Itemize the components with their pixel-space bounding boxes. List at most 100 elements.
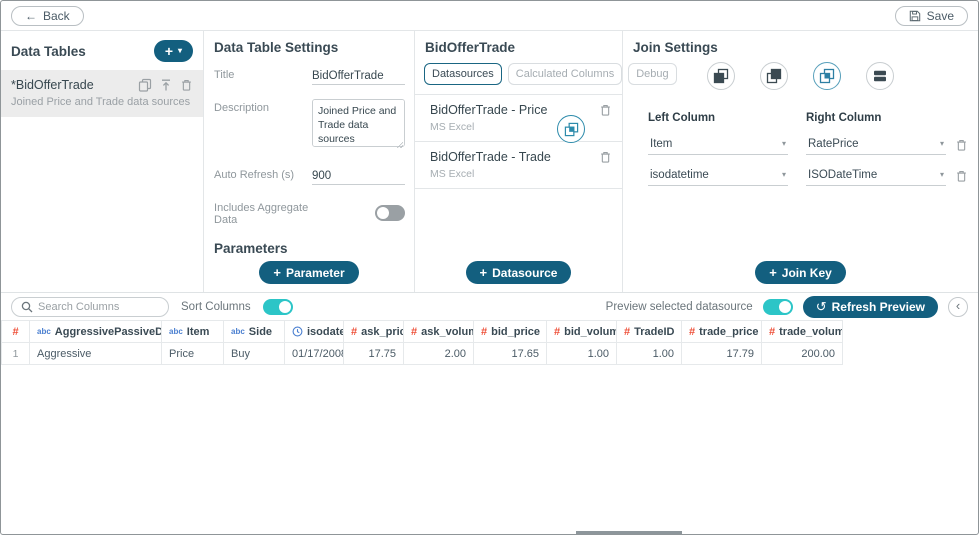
bottom-scrollbar-fragment[interactable] [576,531,682,534]
union-icon [872,68,888,84]
delete-datasource-button[interactable] [599,150,612,164]
trash-icon [599,103,612,117]
back-button-label: Back [43,8,70,23]
column-header[interactable]: # bid_price [473,320,547,343]
right-column-select[interactable]: ISODateTime ▾ [806,166,946,186]
sort-columns-label: Sort Columns [181,300,251,313]
chevron-left-icon: ‹ [955,298,961,313]
tab-calculated-columns[interactable]: Calculated Columns [507,63,623,85]
join-indicator-button[interactable] [557,115,585,143]
add-datasource-button[interactable]: + Datasource [465,261,572,284]
right-column-value: ISODateTime [808,169,878,181]
datasource-list-item[interactable]: BidOfferTrade - Price MS Excel [415,95,622,142]
toggle-knob [377,206,389,219]
numeric-type-icon: # [624,325,631,338]
search-columns-box[interactable] [11,296,169,317]
left-column-header: Left Column [648,112,716,124]
description-field-label: Description [214,102,270,114]
column-header[interactable]: #ask_volume [403,320,474,343]
tab-datasources[interactable]: Datasources [424,63,502,85]
delete-table-button[interactable] [180,78,193,92]
trash-icon [599,150,612,164]
column-header[interactable]: #trade_volume [761,320,843,343]
table-cell: Price [161,342,224,365]
delete-join-key-button[interactable] [955,138,971,152]
column-header[interactable]: # TradeID [616,320,682,343]
duplicate-table-button[interactable] [138,78,152,92]
add-data-table-button[interactable]: + ▾ [153,40,194,62]
column-header-rownum[interactable]: # [1,320,30,343]
left-column-select[interactable]: isodatetime ▾ [648,166,788,186]
column-header[interactable]: isodatetime [284,320,344,343]
back-button[interactable]: ← Back [11,5,84,26]
preview-datasource-toggle[interactable] [762,298,793,315]
table-cell: 17.75 [343,342,404,365]
add-datasource-label: Datasource [492,265,558,280]
delete-join-key-button[interactable] [955,169,971,183]
save-button-label: Save [926,8,954,23]
search-columns-input[interactable] [38,300,159,313]
numeric-type-icon: # [411,325,418,338]
save-icon [909,10,921,22]
table-cell: 2.00 [403,342,474,365]
join-settings-title: Join Settings [633,40,718,55]
toggle-knob [278,300,291,313]
plus-icon: + [164,43,173,59]
join-settings-panel: Join Settings Left Column Right Column I… [623,31,978,292]
numeric-type-icon: # [554,325,561,338]
column-header[interactable]: #bid_volume [546,320,617,343]
right-column-select[interactable]: RatePrice ▾ [806,135,946,155]
column-header[interactable]: abcAggressivePassiveDark [29,320,162,343]
caret-down-icon: ▾ [781,139,786,148]
parameters-section-title: Parameters [214,241,288,256]
data-tables-panel: Data Tables + ▾ *BidOfferTrade Joined Pr… [1,31,205,292]
export-table-button[interactable] [159,78,173,92]
column-header[interactable]: abc Side [223,320,285,343]
description-field[interactable]: Joined Price and Trade data sources [312,99,405,147]
left-column-select[interactable]: Item ▾ [648,135,788,155]
save-button[interactable]: Save [894,5,968,26]
add-join-key-label: Join Key [781,265,832,280]
data-table-name: *BidOfferTrade [11,78,94,92]
right-join-button[interactable] [760,62,788,90]
delete-datasource-button[interactable] [599,103,612,117]
datasource-list-item[interactable]: BidOfferTrade - Trade MS Excel [415,142,622,189]
add-parameter-label: Parameter [285,265,345,280]
column-header[interactable]: # trade_price [681,320,762,343]
text-type-icon: abc [37,327,51,336]
datasources-panel: BidOfferTrade Datasources Calculated Col… [415,31,677,292]
text-type-icon: abc [169,327,183,336]
left-join-button[interactable] [707,62,735,90]
datasources-panel-title: BidOfferTrade [425,40,516,55]
row-number-cell: 1 [1,342,30,365]
sort-columns-toggle[interactable] [262,298,293,315]
data-table-list-item[interactable]: *BidOfferTrade Joined Price and Trade da… [1,70,204,117]
add-join-key-button[interactable]: + Join Key [755,261,846,284]
auto-refresh-field[interactable] [312,168,405,185]
plus-icon: + [273,265,281,280]
preview-datasource-label: Preview selected datasource [605,300,753,313]
auto-refresh-label: Auto Refresh (s) [214,169,295,181]
datasource-type: MS Excel [430,168,475,180]
top-bar: ← Back Save [1,1,978,31]
aggregate-toggle[interactable] [375,204,405,221]
caret-down-icon: ▾ [939,139,944,148]
refresh-preview-button[interactable]: ↺ Refresh Preview [802,295,938,318]
table-cell: 1.00 [546,342,617,365]
upload-icon [159,78,173,92]
union-join-button[interactable] [866,62,894,90]
title-field[interactable] [312,68,405,85]
caret-down-icon: ▾ [939,170,944,179]
inner-join-button[interactable] [813,62,841,90]
app-window: ← Back Save Data Tables + ▾ *BidOfferTra… [0,0,979,535]
add-parameter-button[interactable]: + Parameter [259,261,359,284]
table-header-row: # abcAggressivePassiveDark abcItem abcSi… [1,320,843,343]
data-table-description: Joined Price and Trade data sources [11,96,191,108]
column-header[interactable]: #ask_price [343,320,404,343]
collapse-preview-button[interactable]: ‹ [948,296,968,317]
join-type-selector [623,62,978,90]
table-row[interactable]: 1 Aggressive Price Buy 01/17/2008 17.75 … [1,342,843,365]
trash-icon [955,169,968,183]
column-header[interactable]: abc Item [161,320,224,343]
trash-icon [955,138,968,152]
